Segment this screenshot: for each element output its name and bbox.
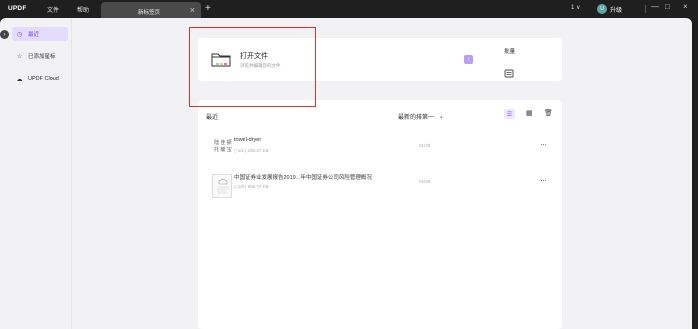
more-options-icon[interactable]: ···	[540, 140, 547, 149]
app-logo[interactable]: UPDF	[8, 5, 27, 12]
main-content: 打开文件 浏览并编辑您的文件 i 批量 最近 最新的排第一 ▾ ☰ ▦ 🗑 陆 …	[72, 18, 692, 329]
app-window: › ◷ 最近 ☆ 已添加星标 ☁ UPDF Cloud 打开文件 浏览并编辑您的…	[0, 18, 692, 329]
batch-title: 批量	[504, 49, 516, 55]
batch-card[interactable]: 批量	[496, 38, 562, 81]
trash-icon[interactable]: 🗑	[544, 109, 553, 117]
sidebar-item-recent[interactable]: ◷ 最近	[12, 27, 68, 41]
sort-label: 最新的排第一	[398, 115, 435, 121]
list-view-icon[interactable]: ☰	[504, 109, 515, 119]
batch-icon	[504, 65, 514, 83]
sort-dropdown[interactable]: 最新的排第一 ▾	[398, 112, 443, 121]
file-meta: ▯ 1/8 | 906.72 KB	[234, 184, 269, 189]
clock-icon: ◷	[16, 31, 23, 38]
star-icon: ☆	[16, 53, 23, 60]
title-bar: UPDF 文件 帮助 新标签页 × + 1 ∨ U 升级 — □ ×	[0, 0, 698, 18]
file-meta: ▯ 1/1 | 158.37 KB	[234, 148, 269, 153]
list-item[interactable]: 中国证券业发展报告2019...年中国证券公司风险管理概况 ▯ 1/8 | 90…	[206, 172, 556, 200]
more-options-icon[interactable]: ···	[540, 176, 547, 185]
window-controls-divider	[645, 5, 646, 13]
chevron-down-icon: ▾	[440, 115, 443, 121]
avatar: U	[597, 4, 607, 14]
upgrade-label: 升级	[610, 7, 623, 14]
file-date: 01/26	[419, 143, 431, 148]
file-thumbnail: 陆 佳 振 托 毓 宝	[214, 140, 232, 153]
recent-heading: 最近	[206, 115, 219, 121]
recent-files-panel: 最近 最新的排第一 ▾ ☰ ▦ 🗑 陆 佳 振 托 毓 宝 towel-dryer…	[198, 100, 562, 329]
file-date: 01/26	[419, 179, 431, 184]
highlight-annotation	[189, 27, 316, 107]
cloud-icon: ☁	[16, 76, 23, 83]
sidebar-collapse-button[interactable]: ›	[0, 30, 9, 39]
file-name: 中国证券业发展报告2019...年中国证券公司风险管理概况	[234, 175, 372, 181]
new-tab-button[interactable]: +	[205, 3, 211, 14]
tab-title: 新标签页	[138, 10, 161, 16]
grid-view-icon[interactable]: ▦	[526, 109, 533, 117]
sidebar: › ◷ 最近 ☆ 已添加星标 ☁ UPDF Cloud	[0, 18, 72, 329]
close-window-button[interactable]: ×	[683, 2, 688, 11]
version-selector[interactable]: 1 ∨	[571, 4, 580, 11]
sidebar-item-label: 最近	[28, 32, 40, 38]
sidebar-item-label: 已添加星标	[28, 54, 56, 60]
minimize-button[interactable]: —	[651, 2, 659, 11]
list-item[interactable]: 陆 佳 振 托 毓 宝 towel-dryer ▯ 1/1 | 158.37 K…	[206, 136, 556, 164]
sidebar-item-cloud[interactable]: ☁ UPDF Cloud	[12, 72, 68, 86]
maximize-button[interactable]: □	[665, 2, 670, 11]
upgrade-button[interactable]: U 升级	[597, 3, 622, 15]
menu-file[interactable]: 文件	[47, 5, 59, 14]
sidebar-item-starred[interactable]: ☆ 已添加星标	[12, 49, 68, 63]
sidebar-item-label: UPDF Cloud	[28, 76, 59, 82]
file-thumbnail	[212, 174, 232, 198]
tab-new-tab[interactable]: 新标签页 ×	[101, 2, 201, 18]
info-badge[interactable]: i	[464, 55, 473, 64]
file-name: towel-dryer	[234, 137, 262, 143]
tab-close-icon[interactable]: ×	[190, 5, 195, 15]
window-edge	[692, 18, 698, 329]
menu-help[interactable]: 帮助	[77, 5, 89, 14]
